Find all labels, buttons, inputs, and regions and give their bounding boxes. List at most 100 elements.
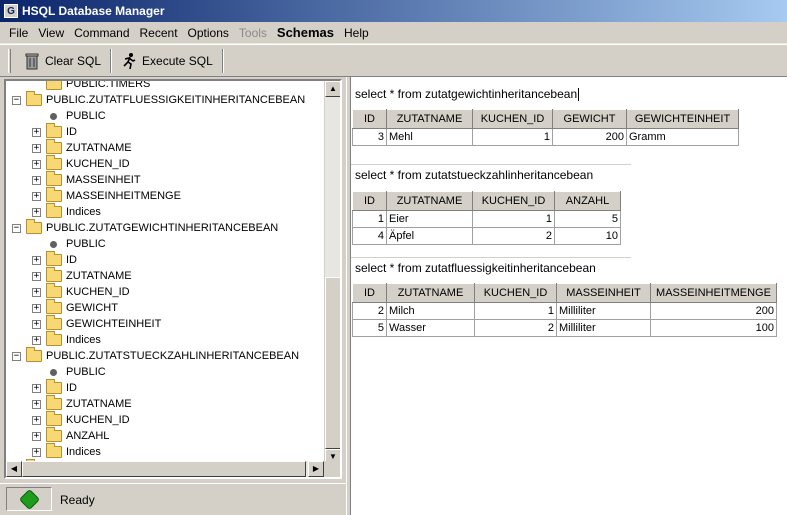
tree-node[interactable]: + ZUTATNAME: [6, 139, 326, 156]
menu-recent[interactable]: Recent: [135, 22, 183, 44]
menu-options[interactable]: Options: [183, 22, 234, 44]
tree-node[interactable]: + ANZAHL: [6, 427, 326, 444]
tree-node[interactable]: PUBLIC: [6, 364, 326, 380]
expand-icon[interactable]: +: [32, 272, 41, 281]
scroll-right-arrow-icon[interactable]: ▶: [308, 461, 324, 477]
collapse-icon[interactable]: −: [12, 352, 21, 361]
expand-icon[interactable]: +: [32, 192, 41, 201]
table-row[interactable]: 5 Wasser 2 Milliliter 100: [352, 319, 777, 337]
column-header[interactable]: MASSEINHEITMENGE: [650, 283, 777, 303]
tree-node[interactable]: PUBLIC.TIMERS: [6, 81, 326, 92]
expand-icon[interactable]: +: [32, 304, 41, 313]
table-cell[interactable]: 2: [352, 302, 387, 320]
table-cell[interactable]: 200: [650, 302, 777, 320]
table-row[interactable]: 4 Äpfel 2 10: [352, 227, 621, 245]
expand-icon[interactable]: +: [32, 336, 41, 345]
expand-icon[interactable]: +: [32, 384, 41, 393]
column-header[interactable]: KUCHEN_ID: [472, 191, 555, 211]
schema-tree[interactable]: PUBLIC.TIMERS − PUBLIC.ZUTATFLUESSIGKEITIN…: [4, 79, 342, 479]
expand-icon[interactable]: +: [32, 256, 41, 265]
table-cell[interactable]: Milch: [386, 302, 475, 320]
column-header[interactable]: KUCHEN_ID: [474, 283, 557, 303]
table-cell[interactable]: 2: [474, 319, 557, 337]
table-cell[interactable]: 4: [352, 227, 387, 245]
hscroll-thumb[interactable]: [22, 461, 306, 477]
expand-icon[interactable]: +: [32, 400, 41, 409]
table-cell[interactable]: Eier: [386, 210, 473, 228]
tree-node[interactable]: + Indices: [6, 443, 326, 460]
tree-node[interactable]: + ID: [6, 251, 326, 268]
tree-node[interactable]: + KUCHEN_ID: [6, 283, 326, 300]
expand-icon[interactable]: +: [32, 128, 41, 137]
column-header[interactable]: ZUTATNAME: [386, 191, 473, 211]
menu-command[interactable]: Command: [69, 22, 134, 44]
table-cell[interactable]: Äpfel: [386, 227, 473, 245]
tree-node[interactable]: − PUBLIC.ZUTATSTUECKZAHLINHERITANCEBEAN: [6, 347, 326, 364]
table-row[interactable]: 2 Milch 1 Milliliter 200: [352, 302, 777, 320]
table-cell[interactable]: 1: [352, 210, 387, 228]
execute-sql-button[interactable]: Execute SQL: [114, 48, 220, 74]
column-header[interactable]: ID: [352, 283, 387, 303]
tree-node[interactable]: + GEWICHTEINHEIT: [6, 315, 326, 332]
table-cell[interactable]: 1: [472, 210, 555, 228]
column-header[interactable]: ZUTATNAME: [386, 283, 475, 303]
tree-node[interactable]: + ID: [6, 123, 326, 140]
column-header[interactable]: MASSEINHEIT: [556, 283, 651, 303]
expand-icon[interactable]: +: [32, 160, 41, 169]
tree-node[interactable]: PUBLIC: [6, 236, 326, 252]
tree-node[interactable]: + KUCHEN_ID: [6, 411, 326, 428]
table-cell[interactable]: Milliliter: [556, 302, 651, 320]
scroll-left-arrow-icon[interactable]: ◀: [6, 461, 22, 477]
expand-icon[interactable]: +: [32, 288, 41, 297]
table-cell[interactable]: 100: [650, 319, 777, 337]
tree-node[interactable]: + MASSEINHEIT: [6, 171, 326, 188]
scroll-thumb[interactable]: [325, 277, 340, 449]
tree-node[interactable]: + ZUTATNAME: [6, 267, 326, 284]
column-header[interactable]: GEWICHTEINHEIT: [626, 109, 739, 129]
tree-node[interactable]: + MASSEINHEITMENGE: [6, 187, 326, 204]
table-cell[interactable]: Gramm: [626, 128, 739, 146]
menu-schemas[interactable]: Schemas: [272, 22, 339, 44]
menu-view[interactable]: View: [33, 22, 69, 44]
tree-node[interactable]: − PUBLIC.ZUTATFLUESSIGKEITINHERITANCEBEAN: [6, 91, 326, 108]
tree-node[interactable]: + KUCHEN_ID: [6, 155, 326, 172]
tree-node[interactable]: + ID: [6, 379, 326, 396]
collapse-icon[interactable]: −: [12, 96, 21, 105]
tree-node[interactable]: − PUBLIC.ZUTATGEWICHTINHERITANCEBEAN: [6, 219, 326, 236]
expand-icon[interactable]: +: [32, 320, 41, 329]
tree-node[interactable]: + GEWICHT: [6, 299, 326, 316]
tree-node[interactable]: + Indices: [6, 203, 326, 220]
clear-sql-button[interactable]: Clear SQL: [17, 48, 108, 74]
table-cell[interactable]: 1: [474, 302, 557, 320]
table-cell[interactable]: 1: [472, 128, 553, 146]
collapse-icon[interactable]: −: [12, 224, 21, 233]
table-cell[interactable]: 5: [554, 210, 621, 228]
table-cell[interactable]: 2: [472, 227, 555, 245]
column-header[interactable]: KUCHEN_ID: [472, 109, 553, 129]
expand-icon[interactable]: +: [32, 208, 41, 217]
table-cell[interactable]: 200: [552, 128, 627, 146]
expand-icon[interactable]: +: [32, 448, 41, 457]
expand-icon[interactable]: +: [32, 176, 41, 185]
menu-file[interactable]: File: [4, 22, 33, 44]
table-cell[interactable]: 5: [352, 319, 387, 337]
table-cell[interactable]: 3: [352, 128, 387, 146]
expand-icon[interactable]: +: [32, 416, 41, 425]
table-row[interactable]: 1 Eier 1 5: [352, 210, 621, 228]
expand-icon[interactable]: +: [32, 144, 41, 153]
column-header[interactable]: ID: [352, 191, 387, 211]
column-header[interactable]: GEWICHT: [552, 109, 627, 129]
scroll-up-arrow-icon[interactable]: ▲: [325, 81, 340, 97]
menu-help[interactable]: Help: [339, 22, 374, 44]
table-cell[interactable]: Mehl: [386, 128, 473, 146]
column-header[interactable]: ID: [352, 109, 387, 129]
column-header[interactable]: ZUTATNAME: [386, 109, 473, 129]
sql-query-input[interactable]: select * from zutatgewichtinheritancebea…: [351, 83, 787, 105]
tree-horizontal-scrollbar[interactable]: ◀ ▶: [6, 461, 324, 477]
table-row[interactable]: 3 Mehl 1 200 Gramm: [352, 128, 739, 146]
tree-node[interactable]: + ZUTATNAME: [6, 395, 326, 412]
tree-node[interactable]: PUBLIC: [6, 108, 326, 124]
column-header[interactable]: ANZAHL: [554, 191, 621, 211]
tree-vertical-scrollbar[interactable]: ▲ ▼: [324, 81, 340, 465]
table-cell[interactable]: Wasser: [386, 319, 475, 337]
